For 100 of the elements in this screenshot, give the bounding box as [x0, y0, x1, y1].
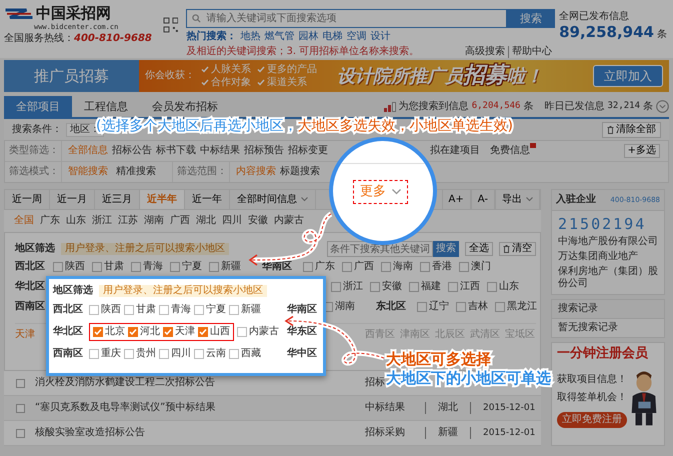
- province-checkbox[interactable]: 贵州: [124, 348, 156, 360]
- province-checkbox[interactable]: 河北: [128, 326, 160, 338]
- clear-button[interactable]: 清空: [499, 242, 536, 256]
- type-filter-option[interactable]: 标书下载: [156, 145, 196, 157]
- province-link[interactable]: 山东: [66, 215, 86, 227]
- multi-select-button[interactable]: +多选: [624, 144, 660, 158]
- found-unit: 条: [523, 100, 534, 112]
- province-checkbox[interactable]: 香港: [420, 261, 452, 273]
- clear-all-button[interactable]: 清除全部: [602, 122, 661, 138]
- keyword-search-button[interactable]: 搜索: [433, 241, 459, 257]
- hot-search-link[interactable]: 空调: [346, 30, 366, 42]
- result-title[interactable]: “塞贝克系数及电导率测试仪”预中标结果: [35, 402, 216, 413]
- row-checkbox[interactable]: [16, 404, 25, 412]
- hot-search-link[interactable]: 电梯: [322, 30, 342, 42]
- collapse-icon[interactable]: [656, 100, 669, 113]
- header-link[interactable]: 高级搜索: [462, 46, 508, 58]
- province-checkbox[interactable]: 甘肃: [92, 261, 124, 273]
- province-checkbox[interactable]: 安徽: [370, 281, 402, 293]
- export-button[interactable]: 导出: [495, 190, 540, 209]
- font-size-button[interactable]: A-: [470, 190, 495, 209]
- time-tab[interactable]: 近一年: [185, 190, 230, 209]
- type-filter-option[interactable]: 拟在建项目: [430, 145, 480, 157]
- hot-search-link[interactable]: 地热: [240, 30, 260, 42]
- province-checkbox[interactable]: 青海: [159, 304, 191, 316]
- scope-option[interactable]: 标题搜索: [280, 166, 320, 178]
- province-checkbox[interactable]: 北京: [93, 326, 125, 338]
- caret-icon: [392, 189, 401, 195]
- gain-text: 人脉关系: [211, 64, 251, 76]
- province-checkbox[interactable]: 重庆: [89, 348, 121, 360]
- province-checkbox[interactable]: 甘肃: [124, 304, 156, 316]
- qr-code-icon[interactable]: [162, 17, 178, 33]
- region-label: 西北区: [15, 261, 46, 273]
- province-checkbox[interactable]: 福建: [409, 281, 441, 293]
- info-dropdown[interactable]: 全部时间信息: [230, 190, 316, 209]
- province-link[interactable]: 江苏: [118, 215, 138, 227]
- type-filter-option[interactable]: 免费信息: [490, 145, 530, 157]
- time-tab[interactable]: 近一月: [50, 190, 95, 209]
- result-type: 招标: [365, 377, 385, 388]
- province-checkbox[interactable]: 新疆: [209, 261, 241, 273]
- province-checkbox[interactable]: 西藏: [229, 348, 261, 360]
- province-checkbox[interactable]: 江西: [448, 281, 480, 293]
- header-link[interactable]: 帮助中心: [508, 46, 556, 58]
- province-link[interactable]: 广东: [40, 215, 60, 227]
- type-filter-option[interactable]: 中标结果: [200, 145, 240, 157]
- hotline-label: 全国服务热线：: [4, 33, 74, 46]
- province-checkbox[interactable]: 新疆: [229, 304, 261, 316]
- hot-search-link[interactable]: 燃气管: [264, 30, 294, 42]
- province-link[interactable]: 内蒙古: [274, 215, 304, 227]
- province-link[interactable]: 四川: [222, 215, 242, 227]
- province-checkbox[interactable]: 宁夏: [170, 261, 202, 273]
- province-checkbox[interactable]: 陕西: [89, 304, 121, 316]
- region-label: 东北区: [376, 301, 406, 313]
- province-link[interactable]: 湖北: [196, 215, 216, 227]
- result-title[interactable]: 消火栓及消防水鹤建设工程二次招标公告: [35, 377, 215, 388]
- select-all-button[interactable]: 全选: [465, 242, 493, 256]
- province-checkbox[interactable]: 海南: [381, 261, 413, 273]
- region-label: 华北区: [53, 326, 84, 338]
- province-checkbox[interactable]: 四川: [159, 348, 191, 360]
- type-filter-option[interactable]: 招标变更: [288, 145, 328, 157]
- company-link[interactable]: 万达集团商业地产: [558, 251, 658, 263]
- mode-option[interactable]: 精准搜索: [116, 166, 156, 178]
- category-tab[interactable]: 会员发布招标: [140, 96, 230, 117]
- province-link[interactable]: 安徽: [248, 215, 268, 227]
- province-checkbox[interactable]: 山西: [198, 326, 230, 338]
- province-checkbox[interactable]: 内蒙古: [237, 326, 279, 338]
- province-checkbox[interactable]: 吉林: [456, 301, 488, 313]
- hot-search-link[interactable]: 设计: [370, 30, 390, 42]
- province-link[interactable]: 湖南: [144, 215, 164, 227]
- time-tab[interactable]: 近一周: [5, 190, 50, 209]
- company-link[interactable]: 中海地产股份有限公司: [558, 236, 658, 248]
- category-tab[interactable]: 工程信息: [72, 96, 140, 117]
- province-checkbox[interactable]: 青海: [131, 261, 163, 273]
- province-checkbox[interactable]: 宁夏: [194, 304, 226, 316]
- province-checkbox[interactable]: 广东: [303, 261, 335, 273]
- province-checkbox[interactable]: 澳门: [459, 261, 491, 273]
- type-filter-option[interactable]: 招标公告: [112, 145, 152, 157]
- register-button[interactable]: 立即免费注册: [557, 412, 627, 428]
- province-checkbox[interactable]: 广西: [342, 261, 374, 273]
- font-size-button[interactable]: A+: [442, 190, 471, 209]
- hot-search-link[interactable]: 园林: [298, 30, 318, 42]
- province-link[interactable]: 浙江: [92, 215, 112, 227]
- result-title[interactable]: 核酸实验室改造招标公告: [35, 427, 145, 438]
- province-checkbox[interactable]: 陕西: [53, 261, 85, 273]
- hot-search-label: 热门搜索：: [186, 30, 236, 42]
- province-checkbox[interactable]: 云南: [194, 348, 226, 360]
- type-filter-option[interactable]: 招标预告: [244, 145, 284, 157]
- province-checkbox[interactable]: 浙江: [331, 281, 363, 293]
- province-checkbox[interactable]: 辽宁: [417, 301, 449, 313]
- province-checkbox[interactable]: 黑龙江: [495, 301, 537, 313]
- company-link[interactable]: 保利房地产（集团）股份公司: [558, 266, 658, 290]
- province-checkbox[interactable]: 山东: [487, 281, 519, 293]
- province-link[interactable]: 广西: [170, 215, 190, 227]
- row-checkbox[interactable]: [16, 428, 25, 438]
- region-label: 华东区: [287, 326, 317, 338]
- row-checkbox[interactable]: [16, 378, 25, 388]
- check-icon: [199, 328, 207, 336]
- search-input[interactable]: 请输入关键词或下面搜索选项: [206, 10, 502, 27]
- callout-text: 大地区下的小地区可单选: [386, 369, 551, 388]
- search-field[interactable]: 请输入关键词或下面搜索选项: [186, 9, 508, 28]
- province-checkbox[interactable]: 天津: [163, 326, 195, 338]
